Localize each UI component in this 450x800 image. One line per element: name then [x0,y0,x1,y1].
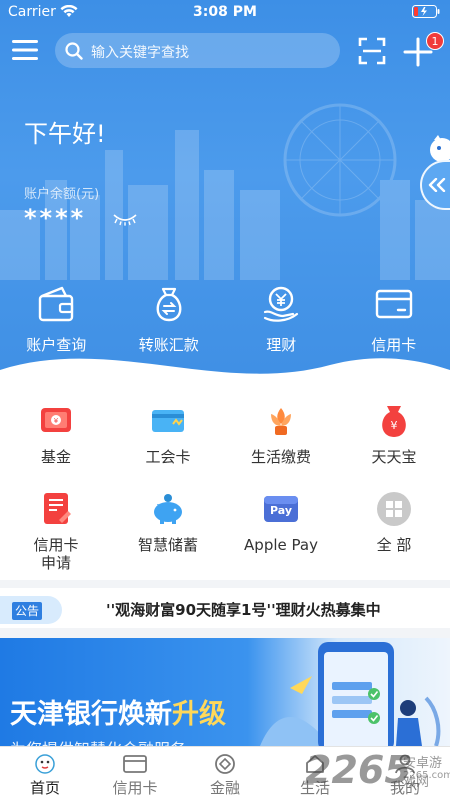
service-label: Apple Pay [244,536,318,554]
finance-tab-icon [215,754,235,774]
apple-pay-icon: Pay [264,496,298,522]
service-label: 天天宝 [371,448,417,466]
life-payment-icon [271,408,291,435]
tab-home[interactable]: 首页 [0,747,90,800]
double-chevron-left-icon [428,178,446,192]
wallet-icon [39,286,74,322]
service-union-card[interactable]: 工会卡 [112,402,224,466]
quick-action-credit-card[interactable]: 信用卡 [338,284,450,364]
service-label-line2: 申请 [40,554,71,572]
menu-icon[interactable] [12,38,38,62]
site-watermark: 2265 安卓游戏网 2265.com [305,746,450,800]
announcement-text[interactable]: ''观海财富90天随享1号''理财火热募集中 [106,599,381,620]
greeting-text: 下午好! [24,120,106,148]
fund-icon: ¥ [41,408,71,432]
tab-credit-card[interactable]: 信用卡 [90,747,180,800]
balance-value: **** [24,204,87,232]
svg-text:¥: ¥ [391,419,398,432]
quick-action-label: 账户查询 [26,336,87,354]
watermark-number: 2265 [305,748,411,792]
search-placeholder: 输入关键字查找 [91,45,189,61]
service-apple-pay[interactable]: Pay Apple Pay [225,490,337,554]
status-bar: Carrier 3:08 PM [0,0,450,24]
quick-action-label: 理财 [266,336,297,354]
announcement-bar[interactable]: 公告 ''观海财富90天随享1号''理财火热募集中 [0,588,450,628]
balance-label: 账户余额(元) [24,187,100,202]
search-input[interactable]: 输入关键字查找 [55,33,340,68]
banner-title-main: 天津银行焕新 [10,699,172,730]
service-label: 智慧储蓄 [137,536,198,554]
announcement-tag: 公告 [0,596,62,624]
quick-action-account-query[interactable]: 账户查询 [0,284,113,364]
card-tab-icon [123,755,147,773]
status-time: 3:08 PM [193,4,257,20]
piggy-bank-icon [154,494,182,524]
union-card-icon [152,410,184,432]
banner-title-highlight: 升级 [172,699,226,730]
quick-action-label: 信用卡 [371,336,417,354]
service-fund[interactable]: ¥ 基金 [0,402,112,466]
watermark-url: 2265.com [403,770,450,781]
service-label: 全 部 [376,536,412,554]
search-icon [65,42,83,60]
tab-label: 信用卡 [112,779,158,797]
banner-subtitle: 为您提供智慧化金融服务 [10,736,186,746]
notification-badge: 1 [426,32,444,50]
svg-text:¥: ¥ [54,417,59,425]
service-life-payment[interactable]: 生活缴费 [225,402,337,466]
tiantianbao-icon: ¥ [382,406,406,437]
money-bag-icon [156,287,182,322]
quick-action-transfer[interactable]: 转账汇款 [113,284,226,364]
all-apps-icon [377,492,411,526]
service-tiantianbao[interactable]: ¥ 天天宝 [338,402,450,466]
tab-label: 金融 [209,779,240,797]
phone-illustration [260,642,441,746]
services-grid: ¥ 基金 工会卡 生活缴费 ¥ 天天宝 信用卡 申请 智慧储蓄 Pay Appl… [0,390,450,580]
tab-finance[interactable]: 金融 [180,747,270,800]
service-label: 生活缴费 [250,448,311,466]
card-apply-icon [44,493,71,524]
service-label: 工会卡 [145,448,191,466]
service-card-apply[interactable]: 信用卡 申请 [0,490,112,572]
wealth-hand-icon [264,286,299,322]
service-label-line1: 信用卡 [33,536,79,554]
battery-icon [412,5,440,18]
quick-action-wealth[interactable]: 理财 [225,284,338,364]
banner-title: 天津银行焕新升级 [10,692,226,731]
quick-actions: 账户查询 转账汇款 理财 信用卡 [0,284,450,364]
service-all[interactable]: 全 部 [338,490,450,554]
apple-pay-icon-text: Pay [270,504,292,517]
scan-icon[interactable] [358,37,386,65]
home-icon [35,754,55,774]
credit-card-icon [375,289,412,319]
announcement-tag-label: 公告 [12,602,43,620]
promo-banner[interactable]: 天津银行焕新升级 为您提供智慧化金融服务 [0,638,450,746]
eye-closed-icon[interactable] [112,212,138,226]
quick-action-label: 转账汇款 [138,336,199,354]
tab-label: 首页 [29,779,60,797]
service-smart-savings[interactable]: 智慧储蓄 [112,490,224,554]
service-label: 基金 [40,448,71,466]
